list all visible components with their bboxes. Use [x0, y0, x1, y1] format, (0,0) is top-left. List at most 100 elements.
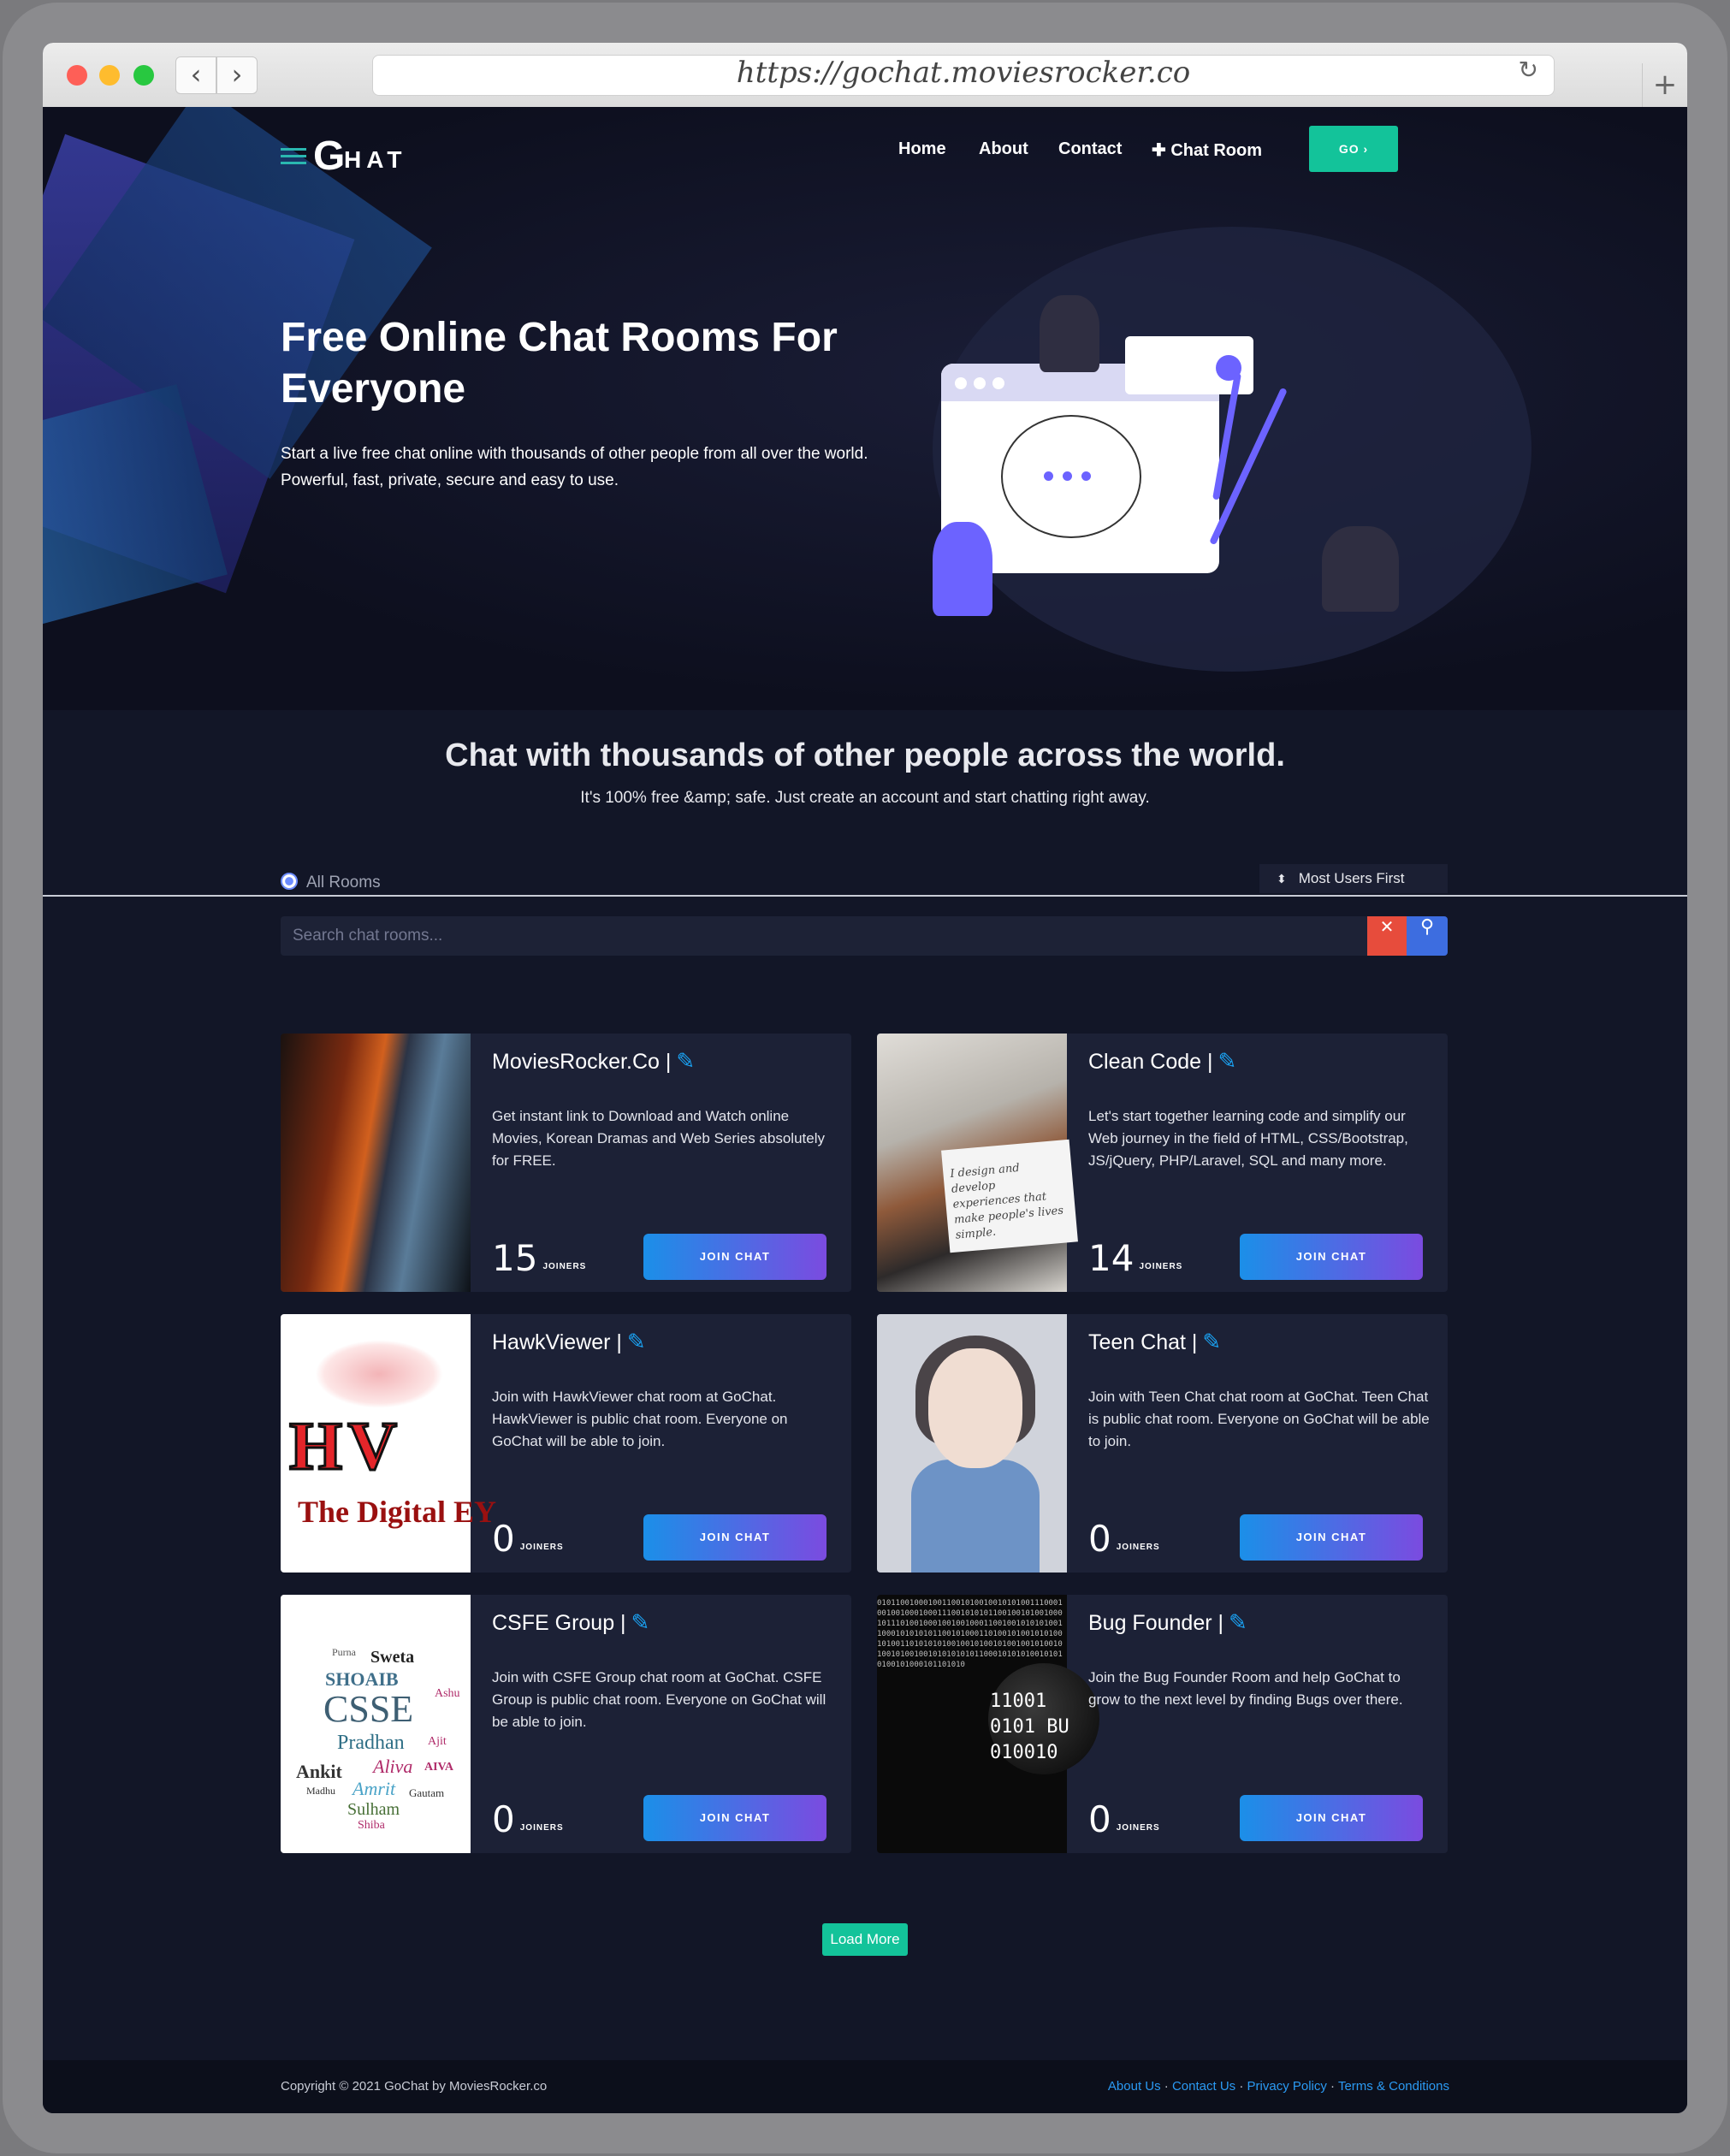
zoom-window-button[interactable] — [133, 65, 154, 86]
hero-title: Free Online Chat Rooms For Everyone — [281, 315, 838, 412]
footer-link-about[interactable]: About Us — [1108, 2079, 1161, 2094]
browser-toolbar: ‹ › https://gochat.moviesrocker.co ↻ + — [43, 43, 1687, 108]
word-cloud-item: Purna — [332, 1646, 356, 1658]
chevron-right-icon: › — [231, 58, 243, 91]
room-thumbnail: HV The Digital EY — [281, 1314, 496, 1573]
close-icon: ✕ — [1379, 916, 1395, 937]
join-chat-button[interactable]: JOIN CHAT — [643, 1795, 826, 1841]
magnifier-lens: 11001 0101 BU 010010 — [988, 1663, 1099, 1774]
clear-search-button[interactable]: ✕ — [1367, 916, 1407, 956]
room-description: Join the Bug Founder Room and help GoCha… — [1088, 1669, 1403, 1708]
sort-select[interactable]: ⬍ Most Users First — [1259, 864, 1448, 893]
reload-icon[interactable]: ↻ — [1519, 56, 1538, 84]
room-thumbnail: I design and develop experiences that ma… — [877, 1034, 1078, 1292]
browser-window: ‹ › https://gochat.moviesrocker.co ↻ + G… — [43, 43, 1687, 2113]
room-description: Join with Teen Chat chat room at GoChat.… — [1088, 1389, 1430, 1449]
plus-icon: + — [1652, 68, 1678, 102]
hero-text: Start a live free chat online with thous… — [281, 445, 868, 489]
laptop-screen-text: I design and develop experiences that ma… — [941, 1139, 1078, 1253]
room-card: HV The Digital EY HawkViewer | ✎ Join wit… — [281, 1314, 851, 1573]
join-chat-button[interactable]: JOIN CHAT — [1240, 1514, 1423, 1561]
word-cloud-item: Pradhan — [337, 1732, 405, 1754]
room-thumbnail — [877, 1314, 1067, 1573]
menu-icon — [281, 148, 306, 169]
edit-icon[interactable]: ✎ — [676, 1049, 695, 1075]
search-button[interactable]: ⚲ — [1407, 916, 1448, 956]
chat-bubble-icon — [1001, 415, 1141, 538]
join-chat-button[interactable]: JOIN CHAT — [1240, 1234, 1423, 1280]
nav-about[interactable]: About — [979, 139, 1028, 159]
word-cloud-item: Ankit — [296, 1761, 342, 1782]
join-chat-button[interactable]: JOIN CHAT — [1240, 1795, 1423, 1841]
join-chat-button[interactable]: JOIN CHAT — [643, 1234, 826, 1280]
section-title: Chat with thousands of other people acro… — [445, 737, 1285, 773]
forward-button[interactable]: › — [216, 56, 258, 94]
join-chat-button[interactable]: JOIN CHAT — [643, 1514, 826, 1561]
chevron-left-icon: ‹ — [190, 58, 202, 91]
nav-contact[interactable]: Contact — [1058, 139, 1122, 159]
word-cloud-item: Ashu — [435, 1687, 460, 1700]
load-more-button[interactable]: Load More — [822, 1923, 908, 1956]
close-window-button[interactable] — [67, 65, 87, 86]
url-text: https://gochat.moviesrocker.co — [736, 56, 1191, 90]
room-card: MoviesRocker.Co | ✎ Get instant link to D… — [281, 1034, 851, 1292]
room-description: Join with CSFE Group chat room at GoChat… — [492, 1669, 826, 1730]
hawkviewer-logo: HV — [288, 1408, 402, 1486]
room-thumbnail: 0101100100010011001010010010101001110001… — [877, 1595, 1099, 1853]
room-name: Clean Code | ✎ — [1088, 1049, 1237, 1075]
word-cloud-item: Gautam — [409, 1786, 445, 1799]
room-card: I design and develop experiences that ma… — [877, 1034, 1448, 1292]
word-cloud-item: Aliva — [373, 1756, 413, 1777]
back-button[interactable]: ‹ — [175, 56, 216, 94]
room-card: Sweta SHOAIB CSSE Pradhan Aliva Ankit Am… — [281, 1595, 851, 1853]
go-button[interactable]: GO › — [1309, 126, 1398, 172]
word-cloud-item: CSSE — [323, 1688, 414, 1730]
hero-section: G HAT Home About Contact ✚ Chat Room GO … — [43, 107, 1687, 710]
room-name: CSFE Group | ✎ — [492, 1610, 650, 1636]
edit-icon[interactable]: ✎ — [1229, 1610, 1247, 1636]
word-cloud-item: Sweta — [370, 1648, 415, 1667]
room-thumbnail — [281, 1034, 471, 1292]
joiner-count: 0 JOINERS — [492, 1798, 564, 1840]
all-rooms-filter[interactable]: All Rooms — [281, 873, 381, 892]
room-card: Teen Chat | ✎ Join with Teen Chat chat ro… — [877, 1314, 1448, 1573]
room-thumbnail: Sweta SHOAIB CSSE Pradhan Aliva Ankit Am… — [281, 1595, 471, 1853]
address-bar[interactable]: https://gochat.moviesrocker.co ↻ — [372, 55, 1555, 96]
room-description: Get instant link to Download and Watch o… — [492, 1108, 825, 1169]
logo-text: HAT — [344, 146, 407, 173]
logo-mark: G — [313, 133, 346, 179]
binary-text: 0101100100010011001010010010101001110001… — [877, 1599, 1063, 1669]
word-cloud-item: Ajit — [428, 1735, 447, 1748]
room-name: HawkViewer | ✎ — [492, 1330, 646, 1355]
edit-icon[interactable]: ✎ — [631, 1610, 650, 1636]
footer-link-contact[interactable]: Contact Us — [1172, 2079, 1235, 2094]
section-subtitle: It's 100% free &amp; safe. Just create a… — [580, 789, 1150, 807]
edit-icon[interactable]: ✎ — [627, 1330, 646, 1355]
room-description: Join with HawkViewer chat room at GoChat… — [492, 1389, 788, 1449]
word-cloud-item: Sulham — [347, 1800, 400, 1819]
footer: Copyright © 2021 GoChat by MoviesRocker.… — [43, 2060, 1687, 2113]
edit-icon[interactable]: ✎ — [1218, 1049, 1236, 1075]
joiner-count: 0 JOINERS — [1088, 1798, 1160, 1840]
footer-links: About Us · Contact Us · Privacy Policy ·… — [1107, 2079, 1449, 2094]
hawkviewer-tagline: The Digital EY — [298, 1495, 497, 1529]
word-cloud-item: Amrit — [353, 1778, 396, 1799]
sort-icon: ⬍ — [1277, 873, 1287, 886]
footer-link-terms[interactable]: Terms & Conditions — [1338, 2079, 1449, 2094]
nav-chat-room[interactable]: ✚ Chat Room — [1152, 139, 1262, 161]
room-name: MoviesRocker.Co | ✎ — [492, 1049, 696, 1075]
chat-illustration — [915, 278, 1463, 654]
room-name: Teen Chat | ✎ — [1088, 1330, 1222, 1355]
nav-home[interactable]: Home — [898, 139, 946, 159]
joiner-count: 0 JOINERS — [492, 1518, 564, 1560]
word-cloud-item: Shiba — [358, 1819, 385, 1832]
footer-link-privacy[interactable]: Privacy Policy — [1247, 2079, 1327, 2094]
minimize-window-button[interactable] — [99, 65, 120, 86]
new-tab-button[interactable]: + — [1642, 63, 1687, 107]
joiner-count: 15 JOINERS — [492, 1237, 587, 1279]
room-name: Bug Founder | ✎ — [1088, 1610, 1247, 1636]
person-illustration — [933, 522, 992, 616]
search-input[interactable] — [281, 916, 1367, 956]
edit-icon[interactable]: ✎ — [1202, 1330, 1221, 1355]
copyright: Copyright © 2021 GoChat by MoviesRocker.… — [281, 2079, 548, 2094]
